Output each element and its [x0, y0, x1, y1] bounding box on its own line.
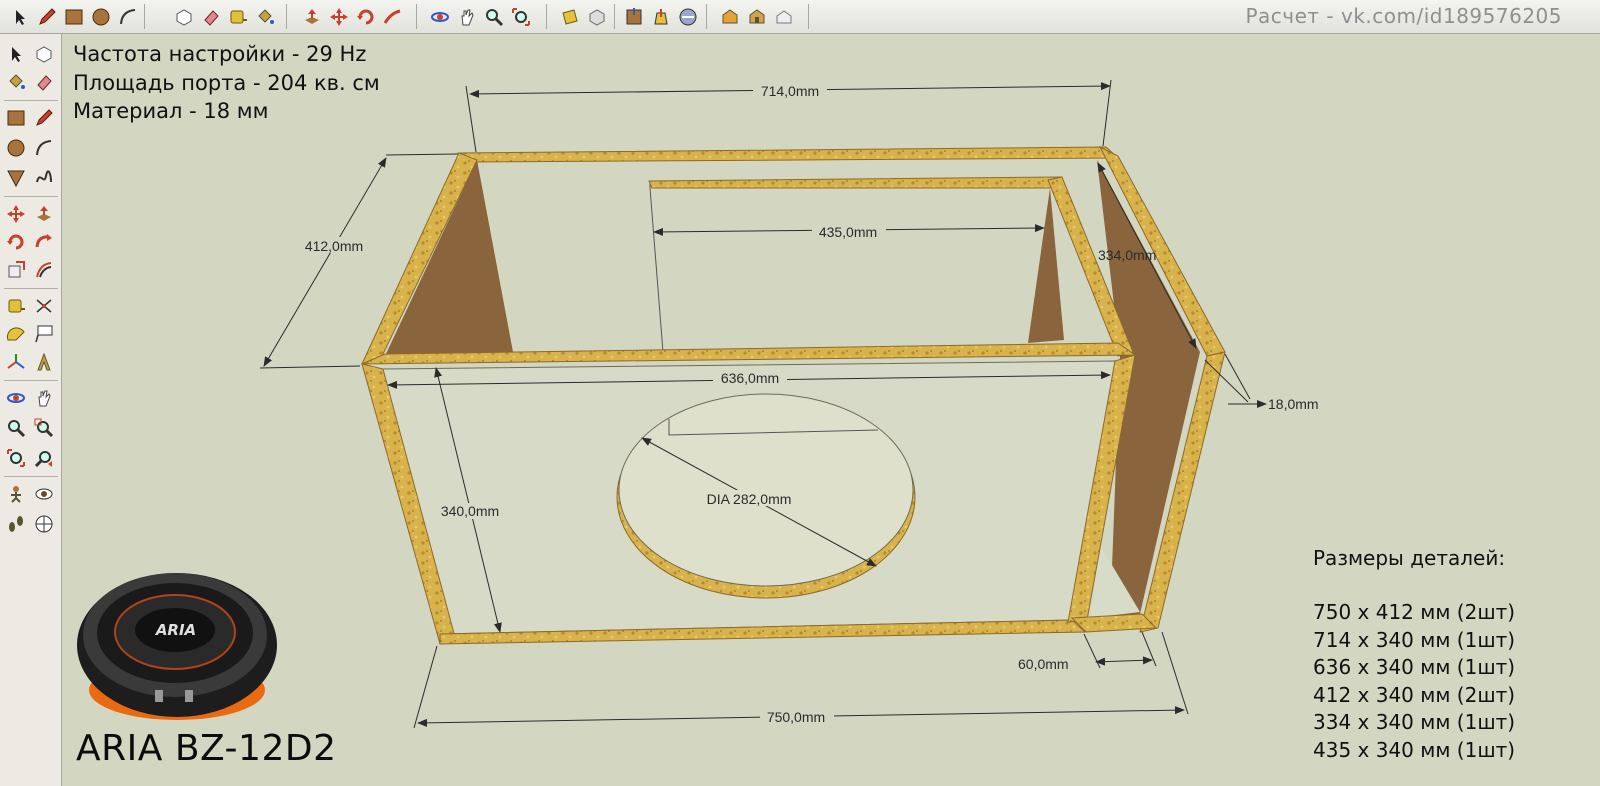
dimension-label-714: 714,0mm — [761, 83, 819, 99]
dimension-60: 60,0mm — [1018, 631, 1157, 672]
dimension-label-636: 636,0mm — [721, 370, 779, 386]
tuning-frequency: Частота настройки - 29 Hz — [73, 42, 367, 66]
model-title: ARIA BZ-12D2 — [76, 728, 337, 769]
part-item: 714 x 340 мм (1шт) — [1313, 628, 1516, 652]
parts-title: Размеры деталей: — [1313, 546, 1506, 570]
dimension-label-18: 18,0mm — [1268, 396, 1319, 412]
partition-top — [648, 176, 1063, 189]
dimension-750: 750,0mm — [413, 631, 1189, 729]
port-area: Площадь порта - 204 кв. см — [73, 71, 380, 95]
part-item: 334 x 340 мм (1шт) — [1313, 710, 1516, 734]
dimension-label-340: 340,0mm — [441, 503, 499, 519]
dimension-label-435: 435,0mm — [819, 224, 877, 240]
dimension-label-282: DIA 282,0mm — [707, 491, 792, 507]
dimension-label-60: 60,0mm — [1018, 656, 1069, 672]
material-thickness: Материал - 18 мм — [73, 99, 269, 123]
dimension-label-412: 412,0mm — [305, 238, 363, 254]
top-back-rail — [457, 146, 1120, 163]
dimension-714: 714,0mm — [465, 79, 1112, 153]
speaker-logo: ARIA — [155, 621, 196, 639]
part-item: 435 x 340 мм (1шт) — [1313, 738, 1516, 762]
part-item: 412 x 340 мм (2шт) — [1313, 683, 1516, 707]
dimension-435: 435,0mm — [653, 223, 1045, 240]
port-wall-outline — [649, 183, 664, 353]
port-wall-side — [1028, 188, 1064, 343]
part-item: 636 x 340 мм (1шт) — [1313, 655, 1516, 679]
dimension-label-750: 750,0mm — [767, 709, 825, 725]
dimension-label-334: 334,0mm — [1098, 247, 1156, 263]
subwoofer-image: ARIA — [77, 573, 277, 720]
part-item: 750 x 412 мм (2шт) — [1313, 600, 1516, 624]
